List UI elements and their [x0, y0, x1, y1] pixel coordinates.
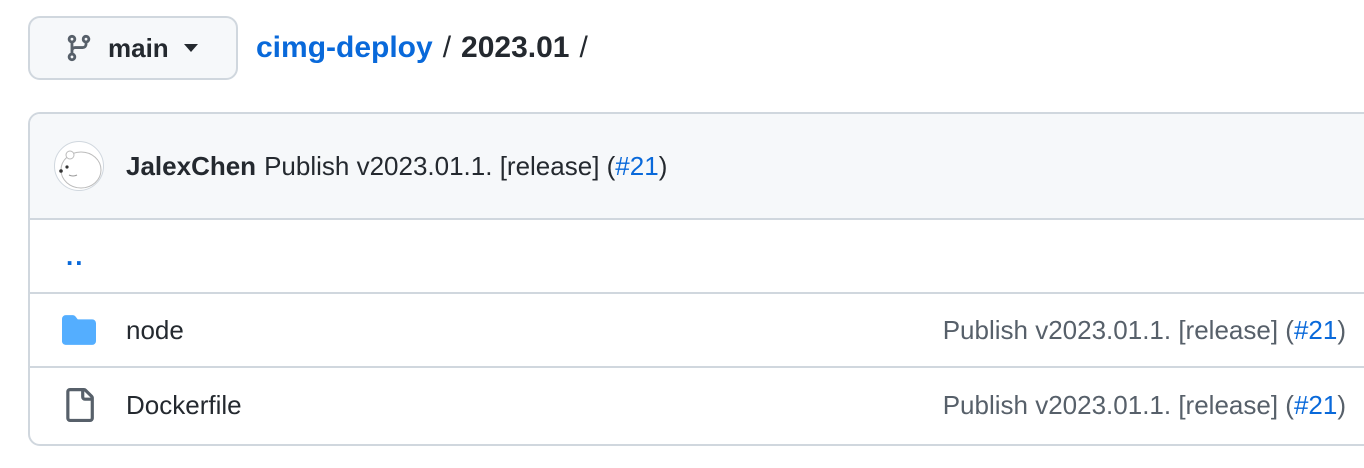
breadcrumb-current-dir: 2023.01: [461, 31, 570, 64]
branch-select-button[interactable]: main: [28, 16, 238, 80]
branch-label: main: [108, 32, 169, 63]
file-icon: [66, 388, 94, 422]
breadcrumb-separator: /: [442, 31, 452, 64]
latest-commit-bar: JalexChen Publish v2023.01.1. [release] …: [30, 114, 1364, 220]
caret-down-icon: [183, 44, 198, 52]
file-row[interactable]: Dockerfile Publish v2023.01.1. [release]…: [30, 368, 1364, 442]
file-commit-pr-link[interactable]: #21: [1294, 390, 1337, 420]
file-commit-link[interactable]: Publish v2023.01.1. [release] (: [943, 315, 1294, 345]
file-list-box: JalexChen Publish v2023.01.1. [release] …: [28, 112, 1364, 446]
file-name-link[interactable]: Dockerfile: [126, 390, 242, 421]
file-name-link[interactable]: node: [126, 315, 184, 346]
file-commit-link[interactable]: Publish v2023.01.1. [release] (: [943, 390, 1294, 420]
file-commit-message: Publish v2023.01.1. [release] (#21): [943, 390, 1346, 421]
breadcrumb: cimg-deploy / 2023.01 /: [256, 31, 598, 65]
file-row[interactable]: node Publish v2023.01.1. [release] (#21): [30, 294, 1364, 368]
git-branch-icon: [67, 34, 91, 62]
breadcrumb-trailing-separator: /: [579, 31, 588, 64]
folder-icon: [62, 315, 96, 345]
parent-directory-link[interactable]: ..: [66, 241, 84, 272]
avatar[interactable]: [54, 141, 104, 191]
file-commit-close: ): [1337, 314, 1346, 345]
commit-author-link[interactable]: JalexChen: [126, 151, 256, 182]
file-commit-close: ): [1337, 389, 1346, 420]
polar-bear-avatar-icon: [59, 150, 102, 189]
commit-message-link[interactable]: Publish v2023.01.1. [release] (: [264, 151, 615, 182]
commit-message-close: ): [658, 150, 668, 181]
commit-pr-link[interactable]: #21: [615, 151, 658, 182]
breadcrumb-repo-link[interactable]: cimg-deploy: [256, 31, 433, 65]
parent-directory-row[interactable]: ..: [30, 220, 1364, 294]
file-commit-pr-link[interactable]: #21: [1294, 315, 1337, 345]
file-commit-message: Publish v2023.01.1. [release] (#21): [943, 315, 1346, 346]
file-navigation: main cimg-deploy / 2023.01 /: [28, 16, 598, 80]
